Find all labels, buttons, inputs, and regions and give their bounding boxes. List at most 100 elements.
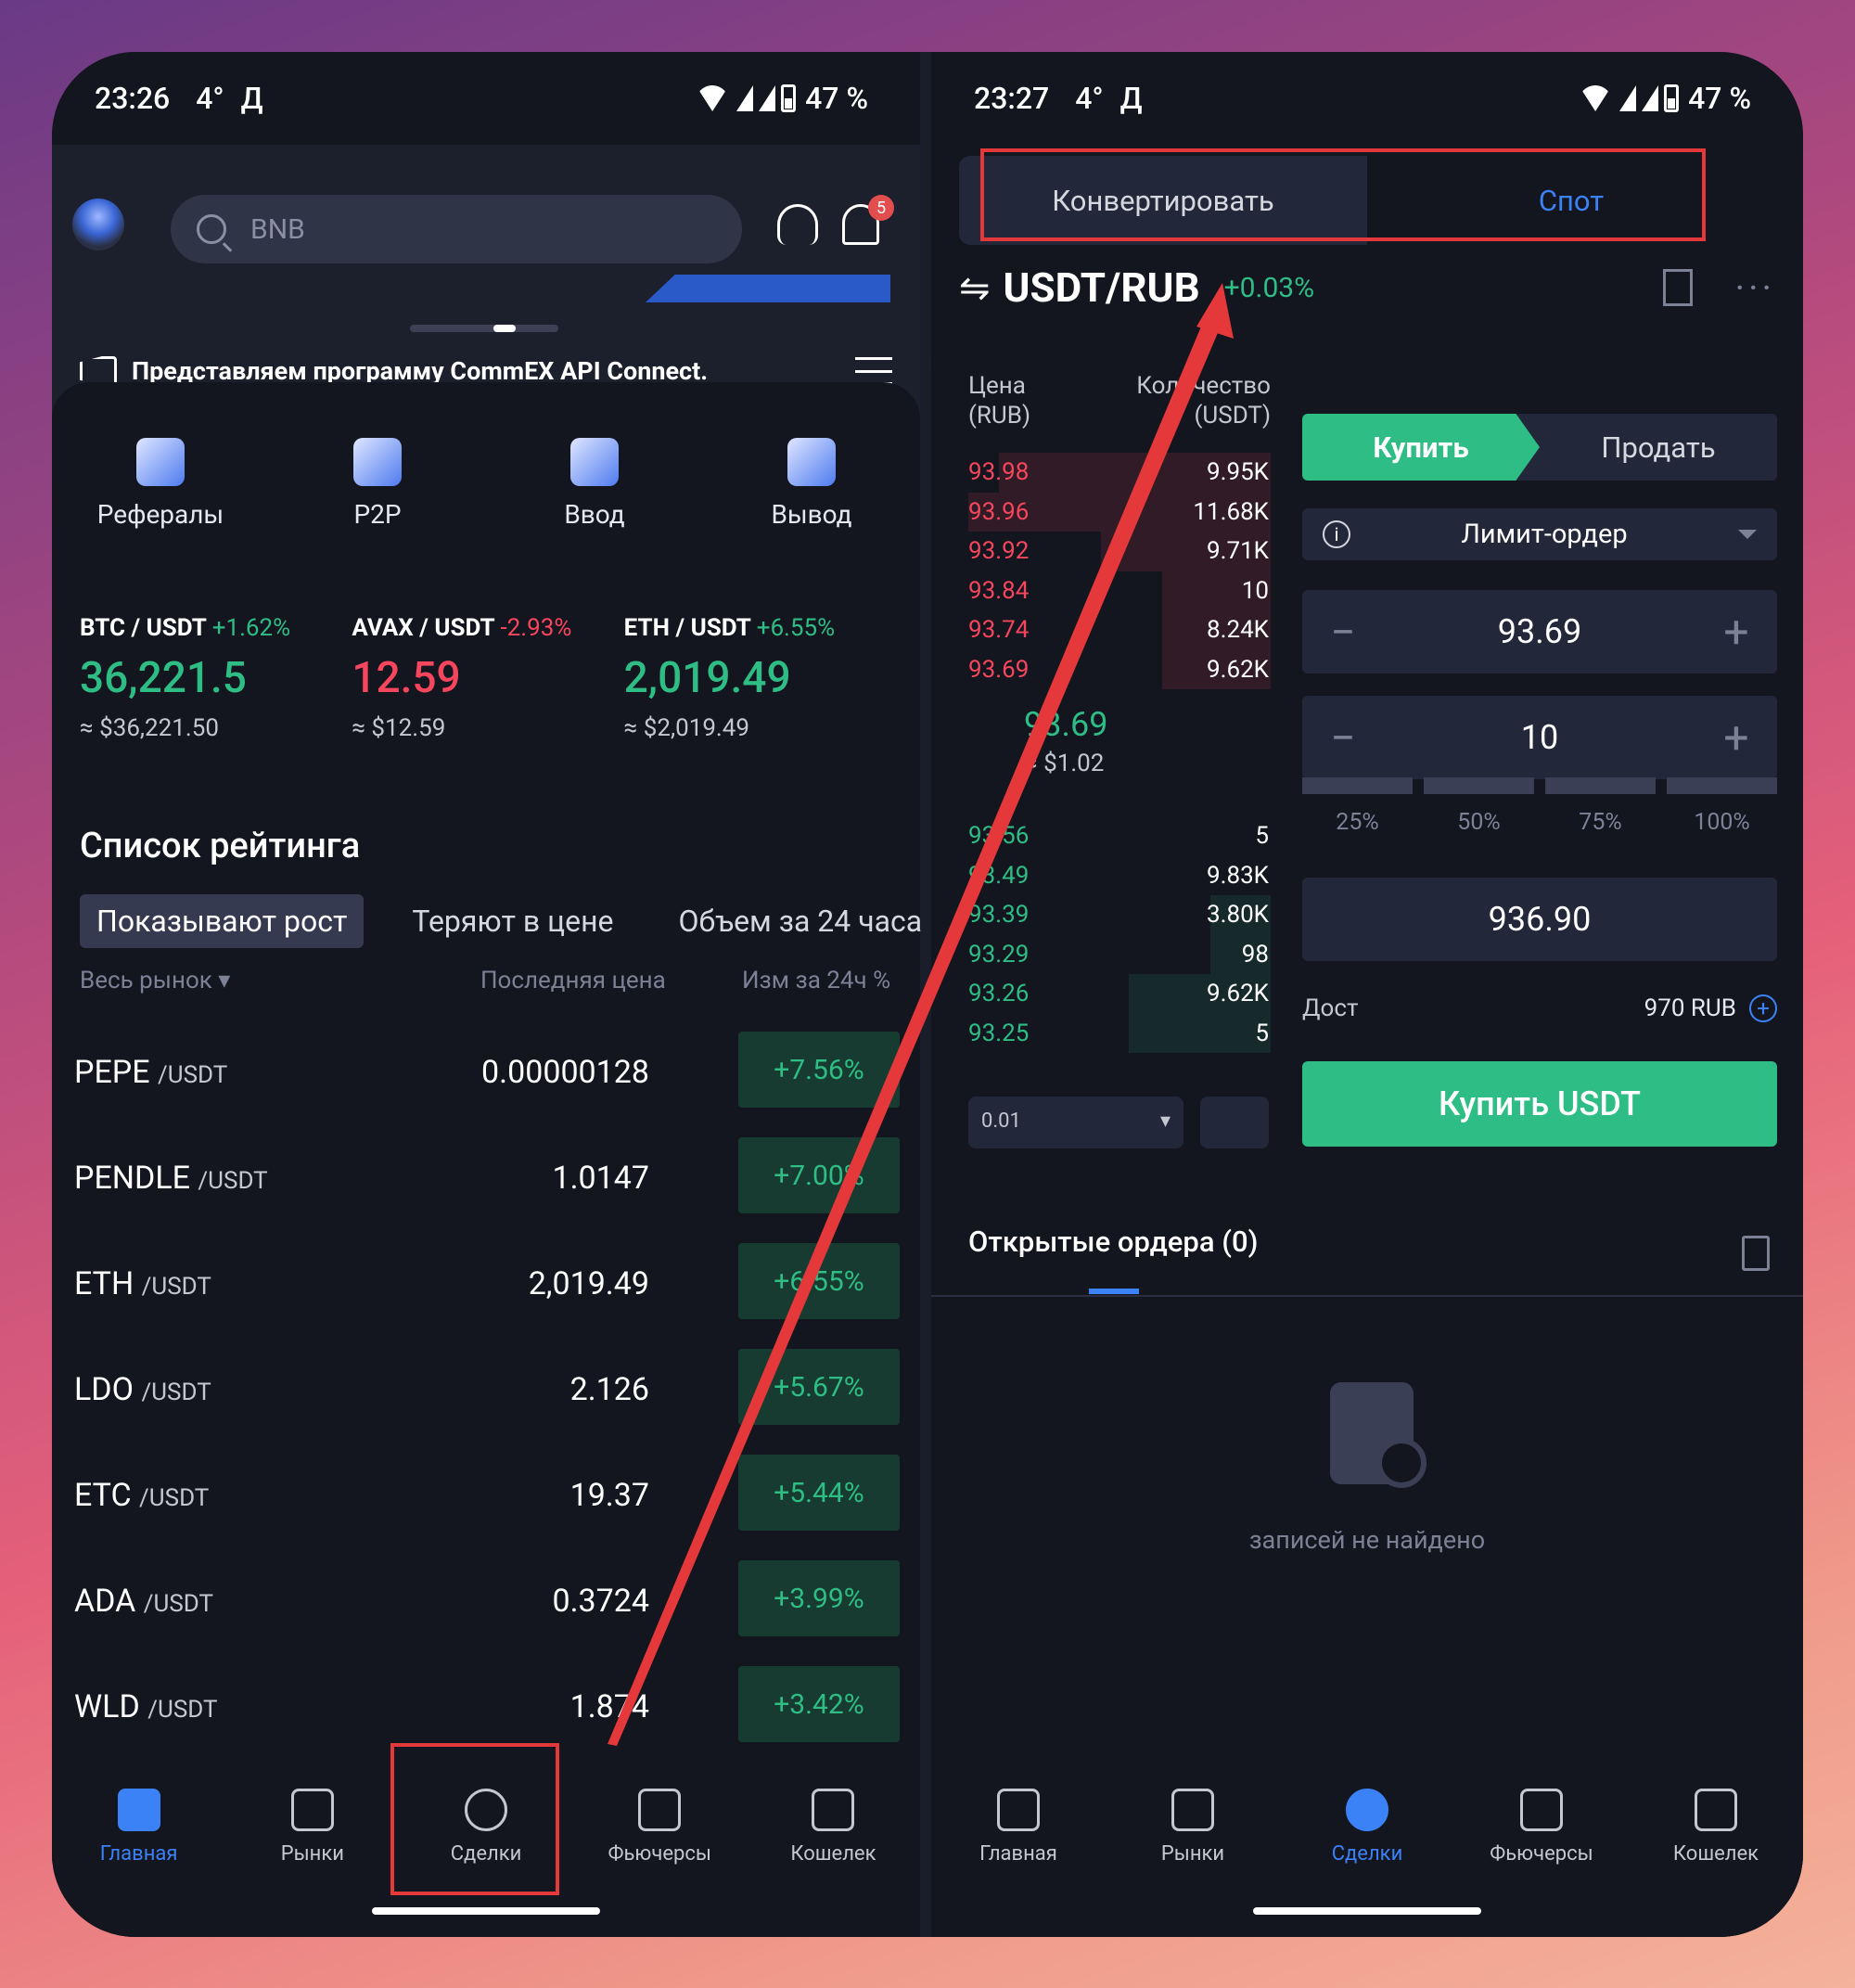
ask-row[interactable]: 93.92 9.71K bbox=[968, 532, 1271, 571]
ask-row[interactable]: 93.96 11.68K bbox=[968, 492, 1271, 532]
status-time: 23:26 bbox=[95, 81, 171, 116]
precision-select[interactable]: 0.01 ▾ bbox=[968, 1097, 1183, 1148]
ask-row[interactable]: 93.69 9.62K bbox=[968, 649, 1271, 689]
ticker-approx: ≈ $12.59 bbox=[352, 714, 446, 742]
ob-qty: 9.71K bbox=[1206, 537, 1269, 566]
shortcut-deposit[interactable]: Ввод bbox=[486, 438, 703, 530]
nav-label: Рынки bbox=[1160, 1842, 1225, 1866]
status-bar: 23:27 4° Д 47 % bbox=[931, 52, 1803, 145]
quote: /USDT bbox=[198, 1167, 268, 1195]
document-icon[interactable] bbox=[1742, 1236, 1770, 1271]
quantity-value[interactable]: 10 bbox=[1362, 718, 1718, 757]
avatar[interactable] bbox=[72, 199, 124, 250]
ticker-btc[interactable]: BTC / USDT +1.62% 36,221.5 ≈ $36,221.50 bbox=[80, 614, 352, 742]
shortcut-withdraw[interactable]: Вывод bbox=[703, 438, 920, 530]
shortcut-label: P2P bbox=[353, 499, 402, 530]
pct-50[interactable]: 50% bbox=[1424, 777, 1534, 836]
shortcut-referrals[interactable]: Рефералы bbox=[52, 438, 269, 530]
empty-message: записей не найдено bbox=[1248, 1525, 1486, 1555]
orderbook-bids: 93.56 5 93.49 9.83K 93.39 3.80K 93.29 98 93.26 9.… bbox=[968, 816, 1271, 1053]
price-value[interactable]: 93.69 bbox=[1362, 612, 1718, 651]
plus-icon[interactable]: + bbox=[1718, 712, 1755, 764]
list-item[interactable]: ETC /USDT 19.37 +5.44% bbox=[74, 1455, 900, 1560]
tab-volume[interactable]: Объем за 24 часа bbox=[661, 894, 939, 948]
bid-row[interactable]: 93.26 9.62K bbox=[968, 974, 1271, 1014]
pct-75[interactable]: 75% bbox=[1545, 777, 1656, 836]
minus-icon[interactable]: − bbox=[1324, 712, 1362, 764]
nav-home[interactable]: Главная bbox=[52, 1789, 225, 1937]
candlestick-icon[interactable] bbox=[1662, 269, 1693, 306]
orderbook-view-icon[interactable] bbox=[1200, 1097, 1269, 1148]
buy-usdt-button[interactable]: Купить USDT bbox=[1302, 1061, 1777, 1147]
pct-25[interactable]: 25% bbox=[1302, 777, 1413, 836]
nav-wallet[interactable]: Кошелек bbox=[1629, 1789, 1803, 1937]
bid-row[interactable]: 93.49 9.83K bbox=[968, 856, 1271, 896]
bid-row[interactable]: 93.25 5 bbox=[968, 1013, 1271, 1053]
ask-row[interactable]: 93.74 8.24K bbox=[968, 610, 1271, 650]
support-headset-icon[interactable] bbox=[777, 204, 818, 245]
list-item[interactable]: PEPE /USDT 0.00000128 +7.56% bbox=[74, 1032, 900, 1137]
nav-futures[interactable]: Фьючерсы bbox=[573, 1789, 747, 1937]
nav-markets[interactable]: Рынки bbox=[1106, 1789, 1280, 1937]
status-letter: Д bbox=[240, 81, 263, 116]
search-input[interactable]: BNB bbox=[171, 195, 742, 263]
nav-home[interactable]: Главная bbox=[931, 1789, 1106, 1937]
nav-label: Главная bbox=[979, 1842, 1057, 1866]
wallet-icon bbox=[812, 1789, 855, 1831]
mid-usd: ≈ $1.02 bbox=[1024, 750, 1105, 777]
ask-row[interactable]: 93.84 10 bbox=[968, 571, 1271, 610]
p2p-icon bbox=[353, 438, 402, 486]
add-funds-icon[interactable]: + bbox=[1749, 994, 1777, 1022]
ask-row[interactable]: 93.98 9.95K bbox=[968, 453, 1271, 493]
nav-label: Кошелек bbox=[1672, 1842, 1759, 1866]
pct-100[interactable]: 100% bbox=[1667, 777, 1777, 836]
battery-icon bbox=[781, 84, 797, 112]
tab-gainers[interactable]: Показывают рост bbox=[80, 894, 365, 948]
list-item[interactable]: ETH /USDT 2,019.49 +6.55% bbox=[74, 1243, 900, 1349]
col-last-price: Последняя цена bbox=[480, 967, 666, 994]
top-tickers: BTC / USDT +1.62% 36,221.5 ≈ $36,221.50 … bbox=[80, 614, 896, 742]
quote: /USDT bbox=[157, 1061, 228, 1089]
home-icon bbox=[117, 1789, 160, 1831]
total-field[interactable]: 936.90 bbox=[1302, 878, 1777, 961]
ticker-eth[interactable]: ETH / USDT +6.55% 2,019.49 ≈ $2,019.49 bbox=[624, 614, 896, 742]
price-stepper[interactable]: − 93.69 + bbox=[1302, 590, 1777, 673]
order-type-label: Лимит-ордер bbox=[1461, 519, 1628, 550]
plus-icon[interactable]: + bbox=[1718, 606, 1755, 659]
withdraw-icon bbox=[787, 438, 836, 486]
pair-title[interactable]: USDT/RUB bbox=[1004, 263, 1200, 312]
more-icon[interactable]: ··· bbox=[1735, 266, 1775, 310]
minus-icon[interactable]: − bbox=[1324, 606, 1362, 659]
market-filter[interactable]: Весь рынок ▾ bbox=[80, 967, 230, 994]
tab-open-orders[interactable]: Открытые ордера (0) bbox=[968, 1225, 1258, 1259]
nav-trades[interactable]: Сделки bbox=[1280, 1789, 1454, 1937]
list-item[interactable]: LDO /USDT 2.126 +5.67% bbox=[74, 1349, 900, 1455]
ob-price: 93.29 bbox=[968, 940, 1030, 968]
list-item[interactable]: PENDLE /USDT 1.0147 +7.00% bbox=[74, 1137, 900, 1243]
nav-futures[interactable]: Фьючерсы bbox=[1454, 1789, 1629, 1937]
menu-icon[interactable] bbox=[855, 357, 892, 385]
promo-banner[interactable] bbox=[646, 275, 890, 302]
ticker-approx: ≈ $36,221.50 bbox=[80, 714, 219, 742]
shortcut-p2p[interactable]: P2P bbox=[269, 438, 486, 530]
nav-wallet[interactable]: Кошелек bbox=[747, 1789, 920, 1937]
last-price: 0.00000128 bbox=[481, 1054, 649, 1091]
ob-qty: 98 bbox=[1241, 940, 1269, 968]
notification-badge: 5 bbox=[868, 195, 894, 221]
sell-tab[interactable]: Продать bbox=[1540, 414, 1777, 481]
signal-icon-2 bbox=[759, 85, 776, 111]
info-icon[interactable]: i bbox=[1323, 520, 1350, 548]
bid-row[interactable]: 93.29 98 bbox=[968, 934, 1271, 974]
swap-arrows-icon[interactable]: ⇋ bbox=[959, 266, 991, 310]
tab-losers[interactable]: Теряют в цене bbox=[395, 894, 630, 948]
bid-row[interactable]: 93.56 5 bbox=[968, 816, 1271, 856]
quantity-stepper[interactable]: − 10 + bbox=[1302, 696, 1777, 779]
wallet-icon bbox=[1695, 1789, 1737, 1831]
list-item[interactable]: ADA /USDT 0.3724 +3.99% bbox=[74, 1560, 900, 1666]
bid-row[interactable]: 93.39 3.80K bbox=[968, 895, 1271, 935]
nav-markets[interactable]: Рынки bbox=[225, 1789, 399, 1937]
order-type-select[interactable]: i Лимит-ордер bbox=[1302, 508, 1777, 560]
buy-tab[interactable]: Купить bbox=[1302, 414, 1540, 481]
ob-price: 93.74 bbox=[968, 616, 1030, 645]
ticker-avax[interactable]: AVAX / USDT -2.93% 12.59 ≈ $12.59 bbox=[352, 614, 623, 742]
